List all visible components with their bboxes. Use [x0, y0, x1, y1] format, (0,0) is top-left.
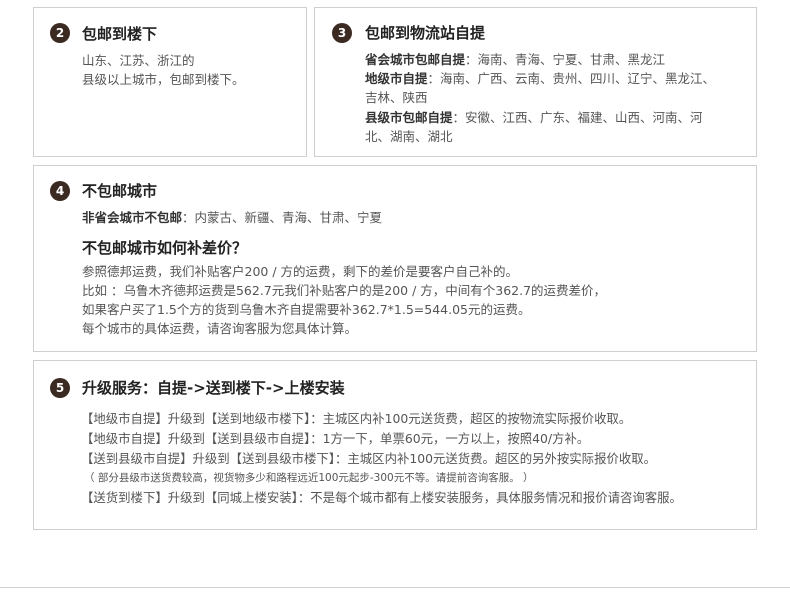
section-number-badge: 5 [50, 378, 70, 398]
section-note: （ 部分县级市送货费较高，视货物多少和路程远近100元起步-300元不等。请提前… [84, 472, 534, 484]
section-text-line: 每个城市的具体运费，请咨询客服为您具体计算。 [82, 321, 358, 336]
section-title: 包邮到楼下 [82, 25, 158, 43]
row-label: 县级市包邮自提 [365, 110, 453, 125]
section-text-line: 县级以上城市，包邮到楼下。 [82, 72, 245, 87]
section-text-line: 【送到县级市自提】升级到【送到县级市楼下】：主城区内补100元送货费。超区的另外… [81, 451, 657, 466]
section-subtitle: 不包邮城市如何补差价？ [82, 239, 248, 257]
section-text-line: 地级市自提：海南、广西、云南、贵州、四川、辽宁、黑龙江、 [365, 68, 715, 87]
bottom-divider [0, 587, 790, 588]
section-text-line: 【地级市自提】升级到【送到地级市楼下】：主城区内补100元送货费，超区的按物流实… [81, 411, 632, 426]
section-number-badge: 4 [50, 181, 70, 201]
row-label: 省会城市包邮自提 [365, 52, 466, 67]
row-text: ：内蒙古、新疆、青海、甘肃、宁夏 [182, 210, 383, 225]
section-text-line: 【送货到楼下】升级到【同城上楼安装】：不是每个城市都有上楼安装服务，具体服务情况… [81, 490, 682, 505]
row-label: 非省会城市不包邮 [82, 210, 183, 225]
row-text: ：海南、青海、宁夏、甘肃、黑龙江 [465, 52, 666, 67]
section-text-line: 比如 ：乌鲁木齐德邦运费是562.7元我们补贴客户的是200 / 方，中间有个3… [82, 283, 607, 298]
section-title: 升级服务：自提->送到楼下->上楼安装 [82, 379, 345, 397]
row-text: ：海南、广西、云南、贵州、四川、辽宁、黑龙江、 [427, 71, 716, 86]
section-text-line: 省会城市包邮自提：海南、青海、宁夏、甘肃、黑龙江 [365, 49, 665, 68]
row-text: ：安徽、江西、广东、福建、山西、河南、河 [452, 110, 703, 125]
section-title: 包邮到物流站自提 [365, 24, 486, 42]
section-text-line: 非省会城市不包邮：内蒙古、新疆、青海、甘肃、宁夏 [82, 207, 382, 226]
section-box-5: 5 升级服务：自提->送到楼下->上楼安装 【地级市自提】升级到【送到地级市楼下… [33, 360, 757, 530]
section-text-line: 山东、江苏、浙江的 [82, 53, 195, 68]
row-label: 地级市自提 [365, 71, 428, 86]
section-text-line: 如果客户买了1.5个方的货到乌鲁木齐自提需要补362.7*1.5=544.05元… [82, 302, 531, 317]
section-box-4: 4 不包邮城市 非省会城市不包邮：内蒙古、新疆、青海、甘肃、宁夏 不包邮城市如何… [33, 165, 757, 352]
section-number-badge: 3 [332, 23, 352, 43]
section-text-line: 北、湖南、湖北 [365, 129, 453, 144]
section-box-2: 2 包邮到楼下 山东、江苏、浙江的 县级以上城市，包邮到楼下。 [33, 7, 307, 157]
section-number-badge: 2 [50, 23, 70, 43]
section-text-line: 【地级市自提】升级到【送到县级市自提】：1方一下，单票60元，一方以上，按照40… [81, 431, 590, 446]
section-box-3: 3 包邮到物流站自提 省会城市包邮自提：海南、青海、宁夏、甘肃、黑龙江 地级市自… [314, 7, 757, 157]
section-text-line: 县级市包邮自提：安徽、江西、广东、福建、山西、河南、河 [365, 107, 703, 126]
section-text-line: 吉林、陕西 [365, 90, 428, 105]
section-title: 不包邮城市 [82, 182, 158, 200]
section-text-line: 参照德邦运费，我们补贴客户200 / 方的运费，剩下的差价是要客户自己补的。 [82, 264, 519, 279]
